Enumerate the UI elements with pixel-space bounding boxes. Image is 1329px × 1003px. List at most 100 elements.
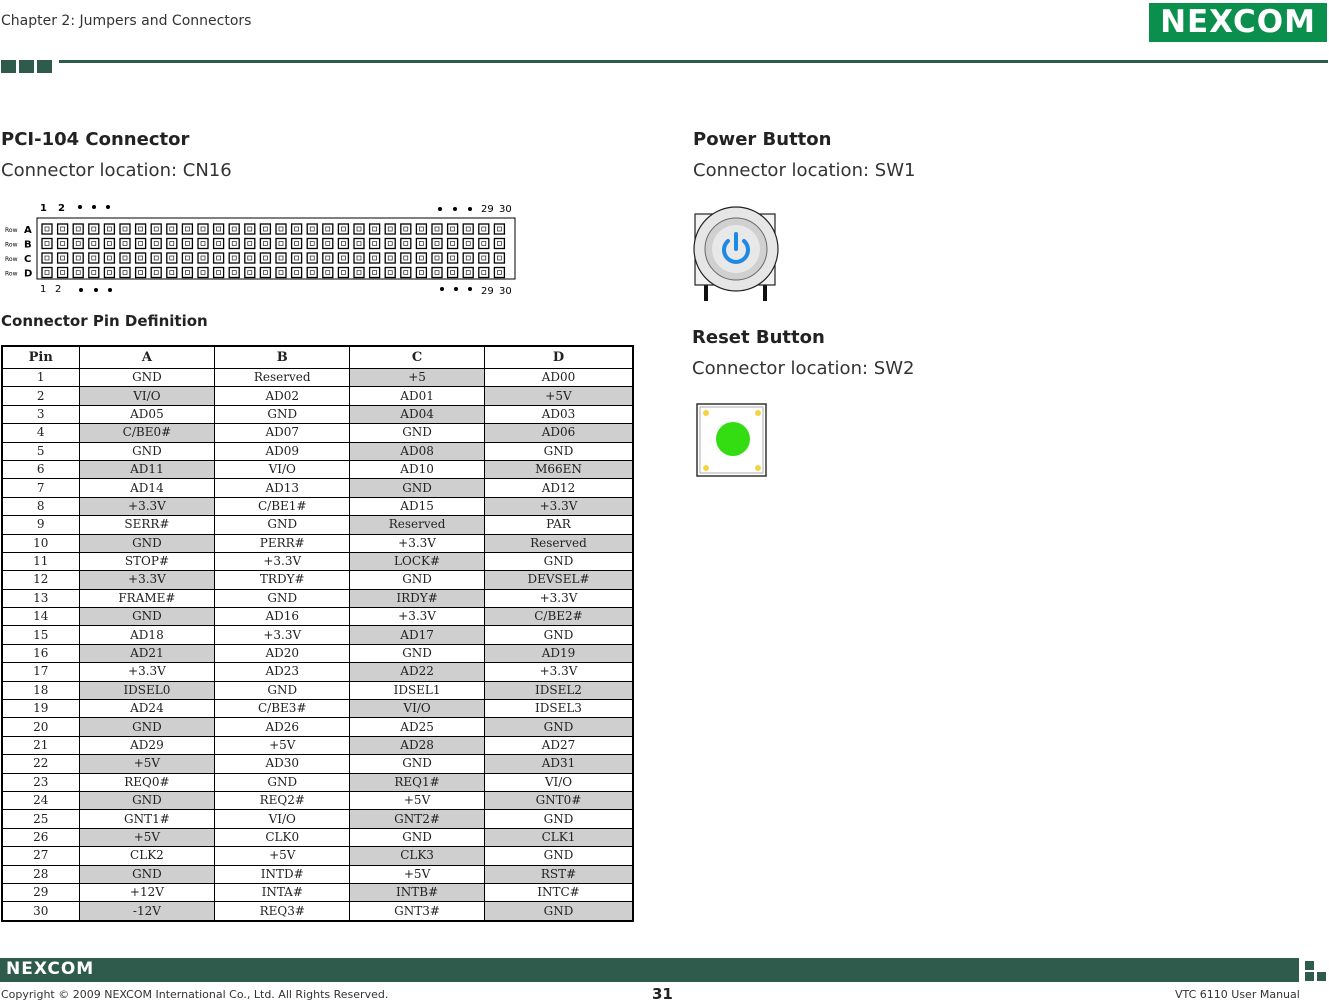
pin-hole bbox=[247, 255, 253, 261]
pin-square bbox=[244, 237, 256, 250]
pin-square bbox=[56, 252, 69, 264]
table-cell: AD31 bbox=[483, 754, 634, 774]
header-square bbox=[37, 60, 52, 73]
pin-square bbox=[119, 252, 131, 264]
table-cell: AD26 bbox=[214, 717, 351, 737]
table-cell: PAR bbox=[483, 515, 634, 535]
table-cell: GND bbox=[78, 533, 216, 553]
table-cell: AD27 bbox=[483, 735, 634, 756]
table-cell: INTD# bbox=[214, 864, 351, 884]
pin-hole bbox=[294, 270, 299, 275]
table-row: 7 AD14 AD13 GND AD12 bbox=[1, 478, 634, 498]
table-row: 24 GND REQ2# +5V GNT0# bbox=[1, 790, 634, 811]
table-cell: GNT0# bbox=[483, 790, 634, 811]
table-cell: GND bbox=[349, 643, 485, 664]
pin-hole bbox=[263, 241, 268, 246]
pin-hole bbox=[169, 270, 175, 275]
pin-hole bbox=[309, 270, 315, 275]
pin-hole bbox=[325, 241, 331, 246]
footer-bar bbox=[0, 958, 1299, 982]
pin-hole bbox=[309, 226, 315, 232]
table-cell: C/BE3# bbox=[214, 699, 351, 719]
pin-square bbox=[275, 223, 287, 235]
table-cell: 16 bbox=[1, 643, 80, 664]
table-cell: DEVSEL# bbox=[483, 570, 634, 590]
pin-hole bbox=[341, 226, 346, 232]
table-cell: 30 bbox=[1, 901, 80, 922]
pin-hole bbox=[216, 270, 221, 275]
pin-hole bbox=[465, 255, 471, 261]
pin-square bbox=[446, 237, 459, 250]
column-header: Pin bbox=[1, 345, 80, 369]
pin-square bbox=[197, 223, 209, 235]
table-cell: VI/O bbox=[214, 809, 351, 829]
top-pin-label: 1 bbox=[40, 203, 47, 214]
pin-hole bbox=[247, 241, 253, 246]
table-cell: AD01 bbox=[349, 386, 485, 406]
table-cell: AD29 bbox=[78, 735, 216, 756]
pin-hole bbox=[247, 226, 253, 232]
pin-hole bbox=[434, 270, 440, 275]
row-letter-label: B bbox=[24, 240, 32, 251]
table-cell: AD00 bbox=[483, 367, 634, 388]
pin-definition-title: Connector Pin Definition bbox=[1, 312, 208, 330]
table-row: 16 AD21 AD20 GND AD19 bbox=[1, 643, 634, 664]
pin-hole bbox=[481, 255, 487, 261]
table-cell: GND bbox=[483, 901, 634, 922]
pin-hole bbox=[434, 255, 440, 261]
table-cell: +5V bbox=[78, 827, 216, 848]
table-cell: C/BE1# bbox=[214, 496, 351, 517]
pin-hole bbox=[465, 270, 471, 275]
pin-hole bbox=[216, 255, 221, 261]
pin-square bbox=[119, 266, 131, 279]
pin-square bbox=[493, 223, 506, 235]
table-cell: 25 bbox=[1, 809, 80, 829]
pin-hole bbox=[450, 241, 455, 246]
table-row: 30 -12V REQ3# GNT3# GND bbox=[1, 901, 634, 922]
pin-square bbox=[228, 237, 240, 250]
pin-square bbox=[228, 266, 240, 279]
table-cell: 6 bbox=[1, 459, 80, 480]
pin-square bbox=[368, 252, 381, 264]
pin-hole bbox=[185, 270, 190, 275]
table-cell: AD02 bbox=[214, 386, 351, 406]
pin-square bbox=[150, 237, 162, 250]
table-cell: GND bbox=[214, 772, 351, 792]
pin-hole bbox=[419, 226, 424, 232]
table-cell: VI/O bbox=[78, 386, 216, 406]
pin-hole bbox=[153, 270, 159, 275]
top-pin-label: 29 bbox=[481, 204, 494, 215]
pin-hole bbox=[465, 226, 471, 232]
table-cell: GND bbox=[349, 478, 485, 498]
pin-hole bbox=[387, 226, 393, 232]
pin-hole bbox=[200, 241, 206, 246]
row-prefix-label: Row bbox=[5, 271, 18, 278]
pin-square bbox=[197, 266, 209, 279]
pin-hole bbox=[107, 255, 112, 261]
footer-square bbox=[1317, 972, 1326, 981]
manual-title: VTC 6110 User Manual bbox=[1175, 988, 1300, 1001]
table-row: 5 GND AD09 AD08 GND bbox=[1, 441, 634, 461]
pin-hole bbox=[185, 226, 190, 232]
pin-square bbox=[478, 223, 490, 235]
table-cell: +3.3V bbox=[214, 551, 351, 572]
pin-square bbox=[446, 223, 459, 235]
pin-hole bbox=[216, 241, 221, 246]
table-cell: 13 bbox=[1, 588, 80, 609]
pin-square bbox=[431, 223, 443, 235]
table-cell: FRAME# bbox=[78, 588, 216, 609]
table-cell: IDSEL3 bbox=[483, 699, 634, 719]
table-row: 27 CLK2 +5V CLK3 GND bbox=[1, 846, 634, 866]
pin-square bbox=[431, 252, 443, 264]
table-cell: 12 bbox=[1, 570, 80, 590]
table-row: 18 IDSEL0 GND IDSEL1 IDSEL2 bbox=[1, 680, 634, 701]
table-cell: REQ0# bbox=[78, 772, 216, 792]
pin-hole bbox=[75, 270, 81, 275]
table-cell: GND bbox=[78, 790, 216, 811]
pin-hole bbox=[372, 270, 377, 275]
table-cell: +3.3V bbox=[78, 662, 216, 682]
footer-square bbox=[1305, 972, 1314, 981]
table-cell: AD13 bbox=[214, 478, 351, 498]
table-row: 23 REQ0# GND REQ1# VI/O bbox=[1, 772, 634, 792]
pin-square bbox=[119, 237, 131, 250]
